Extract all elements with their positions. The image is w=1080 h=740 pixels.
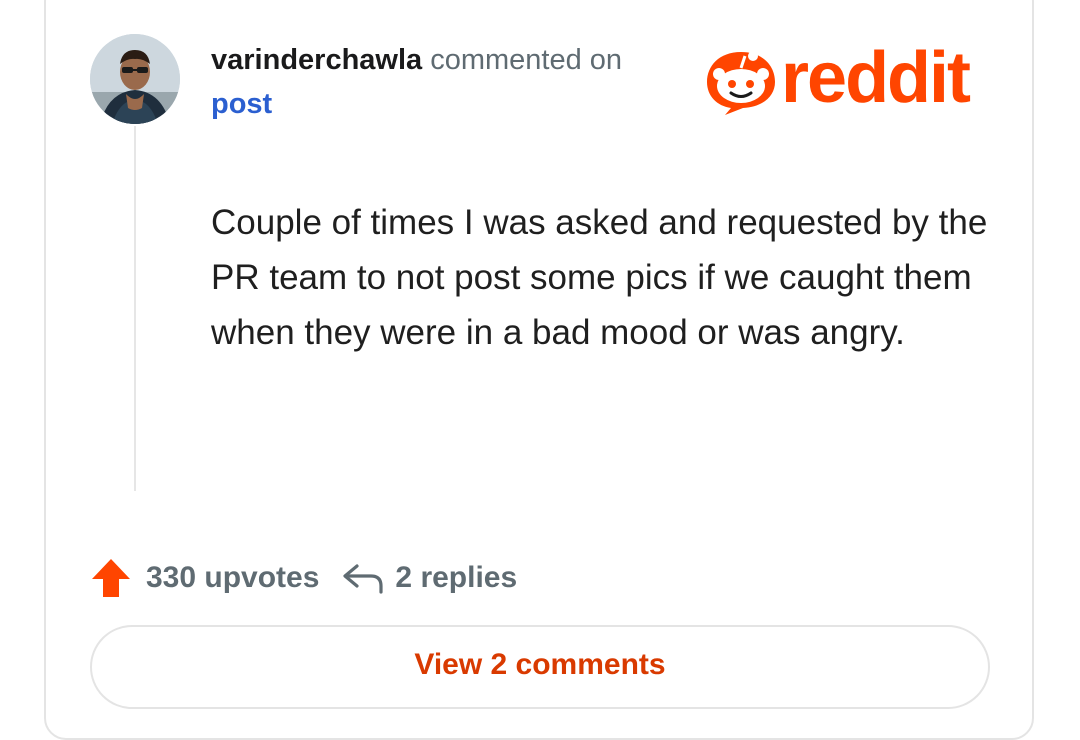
reddit-logo[interactable]: reddit — [703, 38, 993, 118]
avatar[interactable] — [90, 34, 180, 124]
reply-arrow-icon[interactable] — [341, 562, 385, 594]
reply-count[interactable]: 2 replies — [395, 561, 517, 595]
comment-meta: 330 upvotes 2 replies — [90, 555, 517, 601]
avatar-photo-icon — [90, 34, 180, 124]
action-text: commented on — [430, 44, 623, 76]
comment-body: Couple of times I was asked and requeste… — [211, 203, 988, 352]
reddit-wordmark: reddit — [781, 38, 971, 118]
arrow-up-icon[interactable] — [90, 557, 132, 599]
thread-line — [134, 126, 136, 491]
username[interactable]: varinderchawla — [211, 44, 422, 76]
comment-header: varinderchawla commented on post — [211, 38, 691, 126]
reddit-snoo-icon — [707, 51, 775, 115]
post-link[interactable]: post — [211, 82, 691, 126]
view-comments-button[interactable]: View 2 comments — [90, 625, 990, 709]
upvote-count: 330 upvotes — [146, 561, 320, 594]
